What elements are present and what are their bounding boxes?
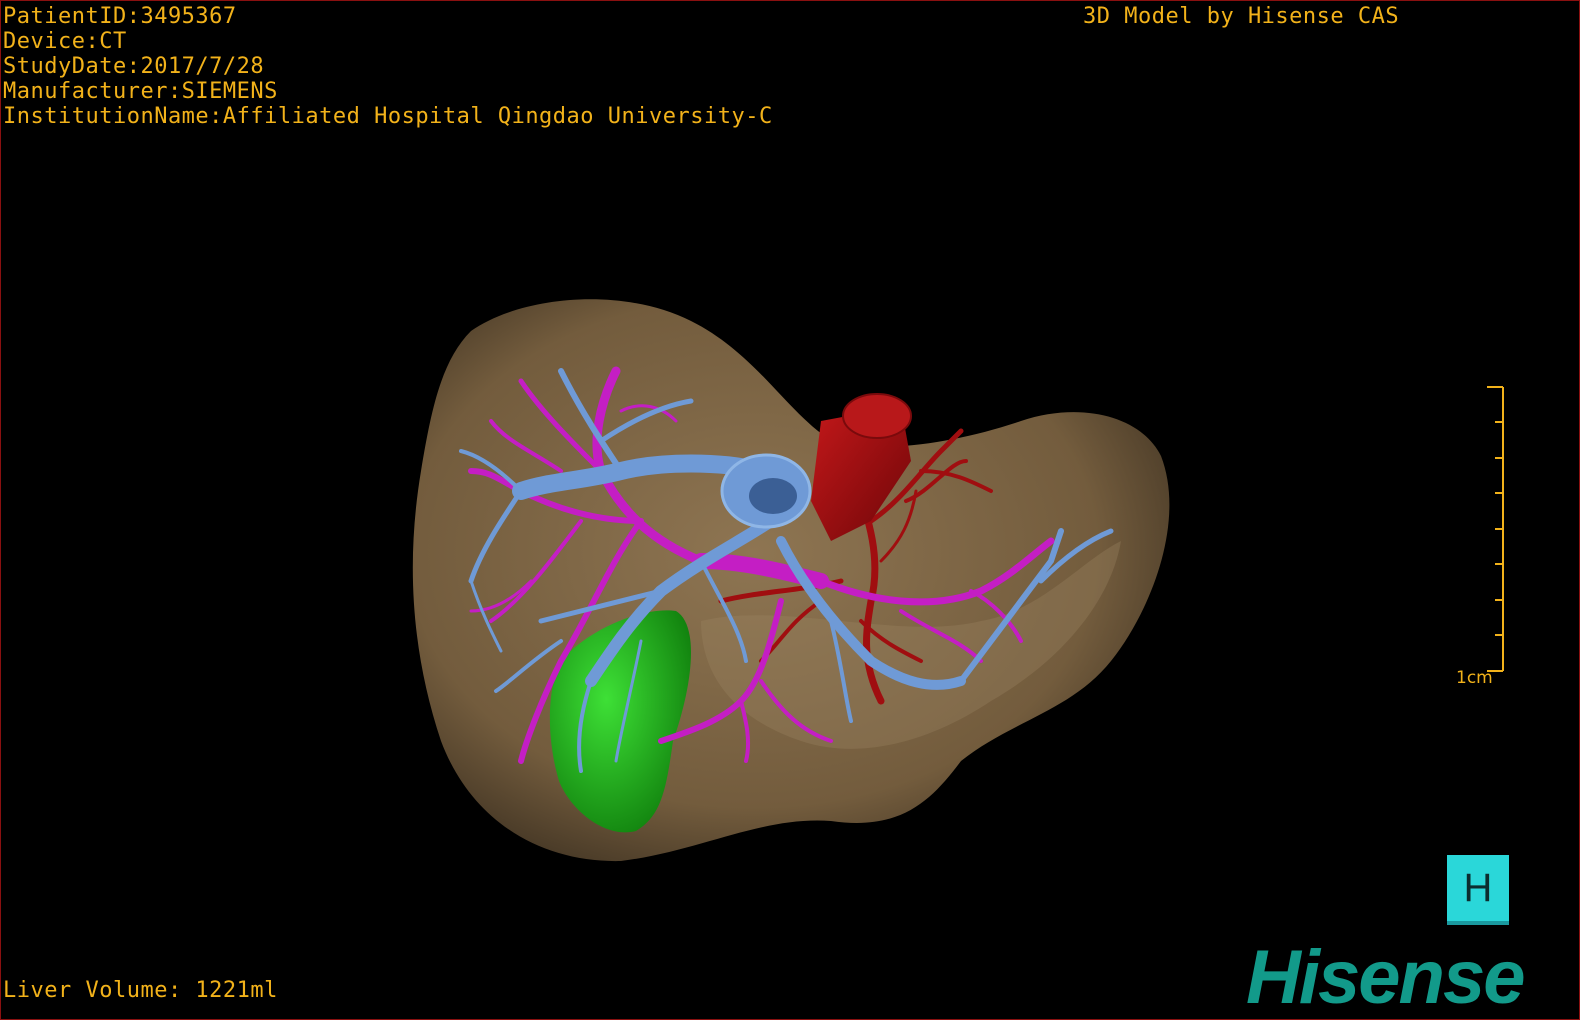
liver-volume-text: Liver Volume: 1221ml — [3, 978, 278, 1003]
viewer-window: PatientID:3495367 Device:CT StudyDate:2017… — [0, 0, 1580, 1020]
study-date-text: StudyDate:2017/7/28 — [3, 54, 265, 79]
scale-bar — [1487, 386, 1504, 672]
device-text: Device:CT — [3, 29, 127, 54]
model-title: 3D Model by Hisense CAS — [1083, 4, 1400, 29]
orientation-cube-face-label: H — [1463, 865, 1493, 910]
scale-bar-label: 1cm — [1456, 668, 1493, 688]
orientation-cube[interactable]: H — [1447, 855, 1509, 921]
manufacturer-text: Manufacturer:SIEMENS — [3, 79, 278, 104]
dicom-info-overlay: PatientID:3495367 Device:CT StudyDate:2017… — [3, 4, 773, 129]
institution-text: InstitutionName:Affiliated Hospital Qing… — [3, 104, 773, 129]
patient-id-text: PatientID:3495367 — [3, 4, 237, 29]
hisense-logo: Hisense — [1246, 935, 1525, 1020]
3d-viewport[interactable] — [1, 1, 1580, 1020]
hepatic-vein-confluence[interactable] — [720, 453, 812, 529]
